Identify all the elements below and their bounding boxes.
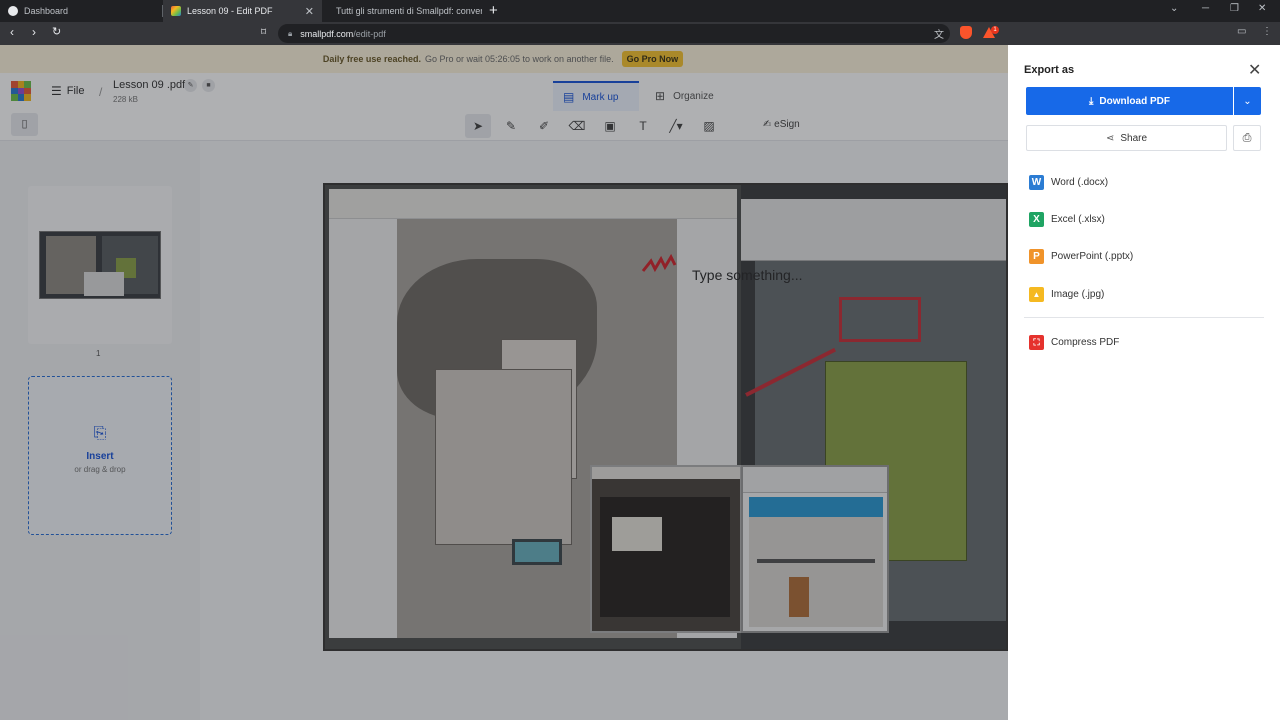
reload-icon[interactable]: ↻: [52, 25, 61, 38]
modal-backdrop[interactable]: [0, 45, 1008, 720]
close-icon[interactable]: ✕: [1248, 60, 1261, 80]
bookmark-icon[interactable]: ⌑: [261, 27, 266, 38]
forward-icon[interactable]: ›: [32, 25, 36, 39]
option-label: Compress PDF: [1051, 336, 1120, 348]
translate-icon[interactable]: 文: [934, 26, 944, 41]
export-powerpoint-option[interactable]: P PowerPoint (.pptx): [1029, 248, 1133, 264]
divider: [1024, 317, 1264, 318]
smallpdf-favicon-icon: [171, 6, 181, 16]
close-tab-icon[interactable]: ✕: [305, 5, 314, 18]
word-icon: W: [1029, 174, 1044, 190]
download-label: Download PDF: [1099, 95, 1170, 107]
download-options-dropdown[interactable]: ⌄: [1234, 87, 1261, 115]
powerpoint-icon: P: [1029, 248, 1044, 264]
print-button[interactable]: ⎙: [1233, 125, 1261, 151]
new-tab-button[interactable]: +: [489, 2, 498, 19]
printer-icon: ⎙: [1242, 131, 1252, 144]
share-button[interactable]: ⋖ Share: [1026, 125, 1227, 151]
excel-icon: X: [1029, 211, 1044, 227]
share-label: Share: [1120, 132, 1148, 144]
share-icon: ⋖: [1105, 132, 1115, 144]
lock-icon: 🔒︎: [288, 28, 293, 38]
export-excel-option[interactable]: X Excel (.xlsx): [1029, 211, 1105, 227]
url-path: /edit-pdf: [353, 28, 386, 39]
browser-tab-bar: Dashboard Lesson 09 - Edit PDF ✕ Tutti g…: [0, 0, 1280, 22]
back-icon[interactable]: ‹: [10, 25, 14, 39]
download-icon: ⤓: [1089, 95, 1094, 107]
browser-tab-dashboard[interactable]: Dashboard: [0, 0, 163, 22]
image-icon: ▲: [1029, 286, 1044, 302]
option-label: Image (.jpg): [1051, 288, 1105, 300]
download-pdf-button[interactable]: ⤓ Download PDF: [1026, 87, 1233, 115]
extensions-icon[interactable]: ▭: [1237, 26, 1246, 37]
export-panel-title: Export as: [1024, 64, 1075, 76]
minimize-icon[interactable]: ─: [1202, 3, 1209, 14]
chevron-down-icon: ⌄: [1243, 95, 1252, 107]
export-panel: Export as ✕ ⤓ Download PDF ⌄ ⋖ Share ⎙ W…: [1008, 45, 1280, 720]
address-bar[interactable]: 🔒︎ smallpdf.com/edit-pdf: [278, 24, 950, 43]
close-window-icon[interactable]: ✕: [1258, 3, 1266, 14]
export-image-option[interactable]: ▲ Image (.jpg): [1029, 286, 1104, 302]
tab-title: Dashboard: [24, 6, 69, 16]
option-label: PowerPoint (.pptx): [1051, 250, 1134, 262]
compress-icon: ⛶: [1029, 334, 1044, 350]
restore-icon[interactable]: ❐: [1230, 3, 1239, 14]
compress-pdf-option[interactable]: ⛶ Compress PDF: [1029, 334, 1119, 350]
chrome-favicon-icon: [8, 6, 18, 16]
tab-title: Lesson 09 - Edit PDF: [187, 6, 273, 16]
browser-tab-tools[interactable]: Tutti gli strumenti di Smallpdf: conver: [322, 0, 482, 22]
option-label: Excel (.xlsx): [1051, 213, 1105, 225]
tab-search-icon[interactable]: ⌄: [1170, 3, 1178, 14]
notification-badge: 1: [991, 26, 999, 34]
brave-shield-icon[interactable]: [960, 26, 972, 39]
export-word-option[interactable]: W Word (.docx): [1029, 174, 1108, 190]
browser-toolbar: ‹ › ↻ ⌑ 🔒︎ smallpdf.com/edit-pdf 文 ▭ ⋮: [0, 22, 1280, 45]
url-domain: smallpdf.com: [300, 28, 354, 39]
option-label: Word (.docx): [1051, 176, 1109, 188]
tab-title: Tutti gli strumenti di Smallpdf: conver: [336, 6, 482, 16]
menu-icon[interactable]: ⋮: [1262, 26, 1272, 37]
browser-tab-edit-pdf[interactable]: Lesson 09 - Edit PDF ✕: [163, 0, 322, 22]
